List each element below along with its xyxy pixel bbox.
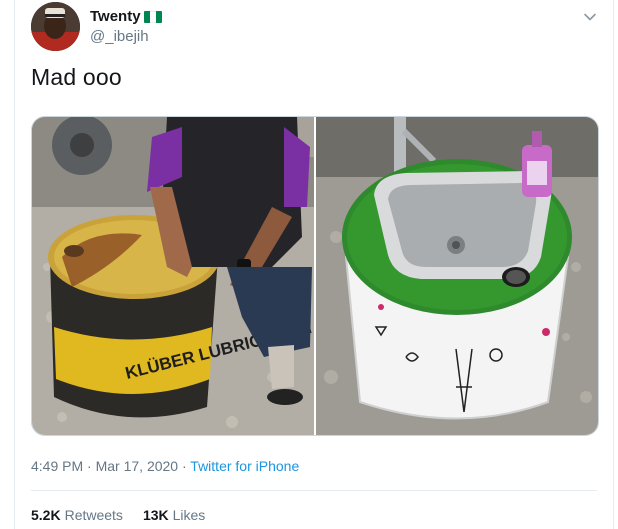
divider (31, 490, 597, 491)
photo-barrel-sink-after[interactable] (316, 117, 598, 435)
photo-barrel-before[interactable]: KLÜBER LUBRICATION (32, 117, 314, 435)
retweets-label: Retweets (64, 507, 123, 523)
retweets-count: 5.2K (31, 507, 61, 523)
sink-photo-illustration (316, 117, 598, 435)
chevron-down-icon[interactable] (583, 10, 597, 24)
likes-stat[interactable]: 13K Likes (143, 507, 205, 523)
media-grid: KLÜBER LUBRICATION (31, 116, 599, 436)
author-name[interactable]: Twenty (90, 8, 162, 25)
retweets-stat[interactable]: 5.2K Retweets (31, 507, 123, 523)
nigeria-flag-icon (143, 10, 162, 23)
author-handle[interactable]: @_ibejih (90, 28, 149, 45)
tweet-source-link[interactable]: Twitter for iPhone (190, 458, 299, 474)
tweet-date[interactable]: Mar 17, 2020 (96, 458, 179, 474)
likes-count: 13K (142, 507, 169, 523)
tweet-time[interactable]: 4:49 PM (31, 458, 83, 474)
avatar[interactable] (31, 2, 80, 51)
likes-label: Likes (172, 507, 206, 523)
tweet-timestamp: 4:49 PM · Mar 17, 2020 · Twitter for iPh… (31, 458, 299, 474)
meta-separator-2: · (178, 458, 191, 474)
avatar-image (31, 2, 80, 51)
tweet-card: Twenty @_ibejih Mad ooo KLÜBER LUBRICATI… (14, 0, 614, 529)
tweet-stats: 5.2K Retweets 13K Likes (31, 507, 205, 523)
author-display-name[interactable]: Twenty (90, 8, 141, 25)
meta-separator-1: · (83, 458, 96, 474)
barrel-photo-illustration: KLÜBER LUBRICATION (32, 117, 314, 435)
tweet-text: Mad ooo (31, 64, 122, 90)
